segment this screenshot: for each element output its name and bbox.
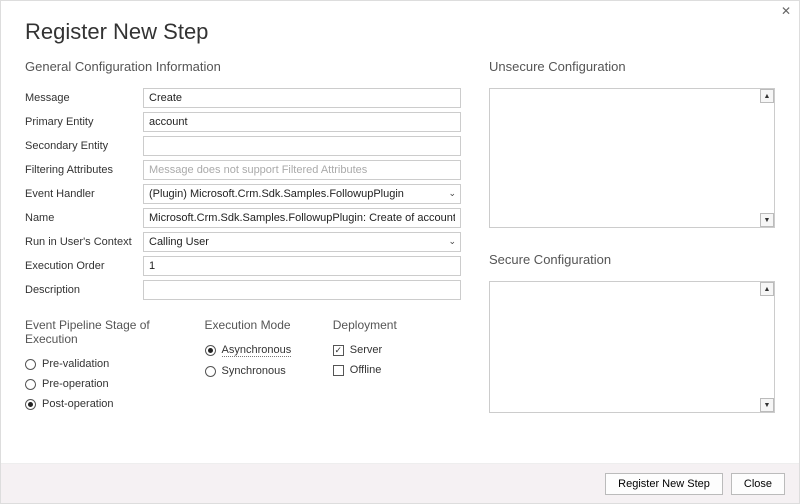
radio-icon bbox=[25, 399, 36, 410]
spin-up-icon[interactable]: ▲ bbox=[760, 282, 774, 296]
checkbox-label: Server bbox=[350, 344, 382, 356]
spin-down-icon[interactable]: ▼ bbox=[760, 213, 774, 227]
run-context-select[interactable]: Calling User ⌄ bbox=[143, 232, 461, 252]
execution-mode-heading: Execution Mode bbox=[205, 318, 333, 332]
spin-up-icon[interactable]: ▲ bbox=[760, 89, 774, 103]
label-primary-entity: Primary Entity bbox=[25, 116, 143, 128]
radio-label: Pre-operation bbox=[42, 378, 109, 390]
unsecure-heading: Unsecure Configuration bbox=[489, 59, 775, 74]
spin-down-icon[interactable]: ▼ bbox=[760, 398, 774, 412]
radio-label: Asynchronous bbox=[222, 344, 292, 357]
secure-heading: Secure Configuration bbox=[489, 252, 775, 267]
close-icon[interactable]: ✕ bbox=[781, 4, 791, 18]
pipeline-section: Event Pipeline Stage of Execution Pre-va… bbox=[25, 318, 205, 418]
register-button[interactable]: Register New Step bbox=[605, 473, 723, 495]
radio-pre-validation[interactable]: Pre-validation bbox=[25, 358, 205, 370]
radio-icon bbox=[205, 345, 216, 356]
event-handler-value: (Plugin) Microsoft.Crm.Sdk.Samples.Follo… bbox=[149, 188, 404, 200]
name-input[interactable] bbox=[143, 208, 461, 228]
run-context-value: Calling User bbox=[149, 236, 209, 248]
filtering-attributes-input[interactable] bbox=[143, 160, 461, 180]
execution-mode-section: Execution Mode Asynchronous Synchronous bbox=[205, 318, 333, 418]
event-handler-select[interactable]: (Plugin) Microsoft.Crm.Sdk.Samples.Follo… bbox=[143, 184, 461, 204]
secondary-entity-input[interactable] bbox=[143, 136, 461, 156]
radio-icon bbox=[25, 379, 36, 390]
radio-label: Post-operation bbox=[42, 398, 114, 410]
radio-synchronous[interactable]: Synchronous bbox=[205, 365, 333, 377]
primary-entity-input[interactable] bbox=[143, 112, 461, 132]
radio-label: Synchronous bbox=[222, 365, 286, 377]
label-message: Message bbox=[25, 92, 143, 104]
label-event-handler: Event Handler bbox=[25, 188, 143, 200]
radio-icon bbox=[205, 366, 216, 377]
radio-label: Pre-validation bbox=[42, 358, 109, 370]
close-button[interactable]: Close bbox=[731, 473, 785, 495]
label-secondary-entity: Secondary Entity bbox=[25, 140, 143, 152]
label-name: Name bbox=[25, 212, 143, 224]
checkbox-label: Offline bbox=[350, 364, 382, 376]
left-column: General Configuration Information Messag… bbox=[25, 59, 461, 418]
chevron-down-icon: ⌄ bbox=[448, 236, 456, 247]
label-execution-order: Execution Order bbox=[25, 260, 143, 272]
chevron-down-icon: ⌄ bbox=[448, 188, 456, 199]
radio-post-operation[interactable]: Post-operation bbox=[25, 398, 205, 410]
right-column: Unsecure Configuration ▲ ▼ Secure Config… bbox=[489, 59, 775, 418]
radio-icon bbox=[25, 359, 36, 370]
execution-order-input[interactable] bbox=[143, 256, 461, 276]
secure-config-textarea[interactable]: ▲ ▼ bbox=[489, 281, 775, 413]
pipeline-heading: Event Pipeline Stage of Execution bbox=[25, 318, 205, 346]
dialog-content: Register New Step General Configuration … bbox=[1, 1, 799, 418]
dialog-footer: Register New Step Close bbox=[1, 463, 799, 503]
label-run-context: Run in User's Context bbox=[25, 236, 143, 248]
radio-pre-operation[interactable]: Pre-operation bbox=[25, 378, 205, 390]
checkbox-icon bbox=[333, 365, 344, 376]
radio-asynchronous[interactable]: Asynchronous bbox=[205, 344, 333, 357]
checkbox-icon: ✓ bbox=[333, 345, 344, 356]
deployment-section: Deployment ✓ Server Offline bbox=[333, 318, 461, 418]
label-description: Description bbox=[25, 284, 143, 296]
label-filtering-attributes: Filtering Attributes bbox=[25, 164, 143, 176]
message-input[interactable] bbox=[143, 88, 461, 108]
dialog-window: ✕ Register New Step General Configuratio… bbox=[0, 0, 800, 504]
deployment-heading: Deployment bbox=[333, 318, 461, 332]
description-input[interactable] bbox=[143, 280, 461, 300]
checkbox-server[interactable]: ✓ Server bbox=[333, 344, 461, 356]
unsecure-config-textarea[interactable]: ▲ ▼ bbox=[489, 88, 775, 228]
checkbox-offline[interactable]: Offline bbox=[333, 364, 461, 376]
general-heading: General Configuration Information bbox=[25, 59, 461, 74]
dialog-title: Register New Step bbox=[25, 19, 775, 45]
